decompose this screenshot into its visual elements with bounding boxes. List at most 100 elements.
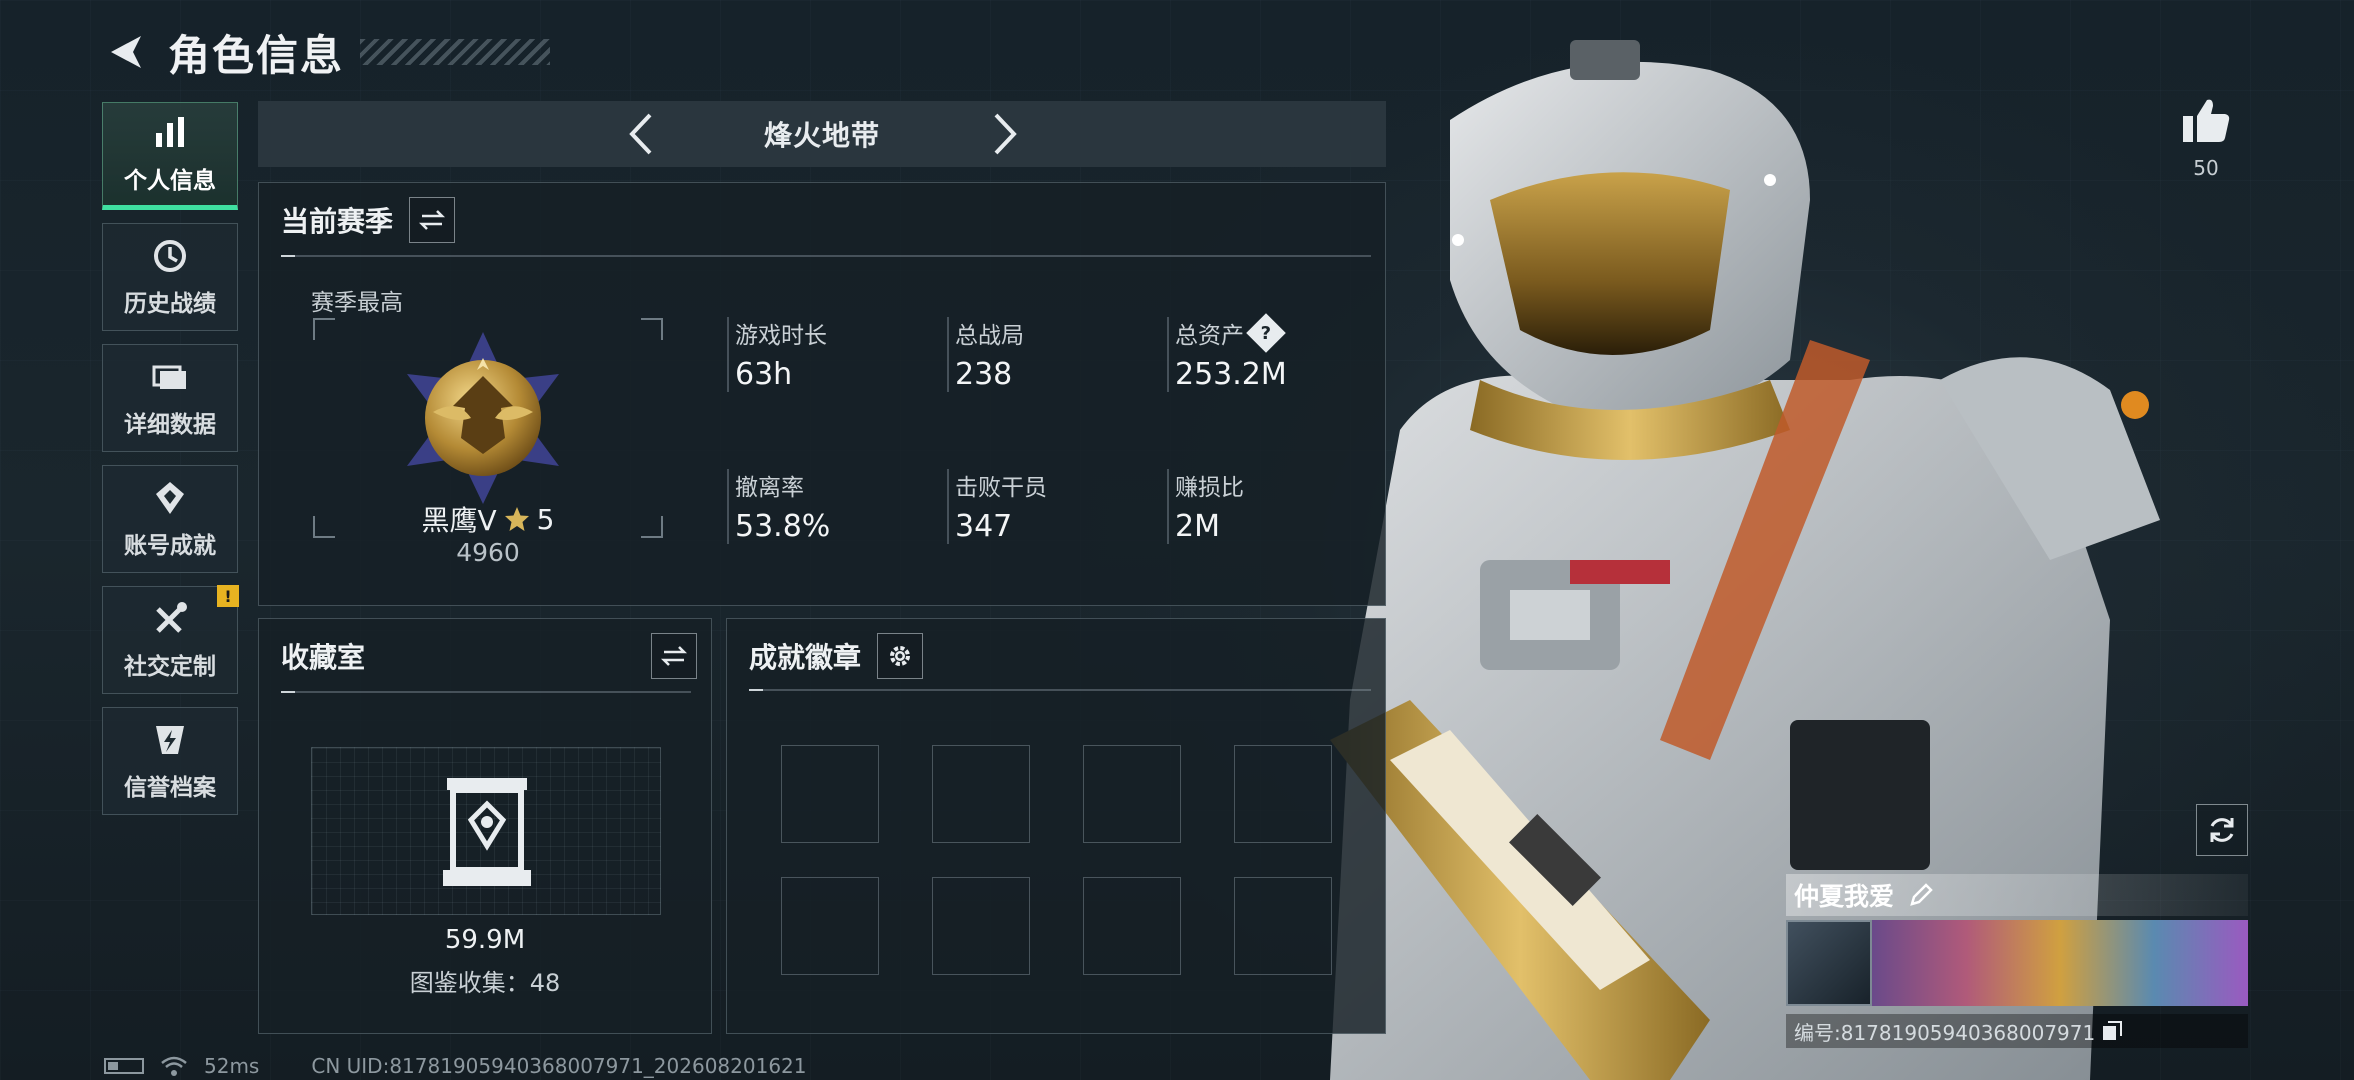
uid-text: CN UID:81781905940368007971_202608201621 xyxy=(311,1054,807,1078)
rank-name-row: 黑鹰V 5 xyxy=(259,499,717,539)
sidebar-item-achievements[interactable]: 账号成就 xyxy=(102,465,238,573)
mode-prev-button[interactable] xyxy=(618,111,664,157)
stat-value: 347 xyxy=(955,509,1013,544)
stat-value: 238 xyxy=(955,357,1013,392)
mode-selector: 烽火地带 xyxy=(258,101,1386,167)
sidebar-item-credibility[interactable]: 信誉档案 xyxy=(102,707,238,815)
vault-title: 收藏室 xyxy=(281,641,366,674)
help-glyph: ? xyxy=(1260,322,1272,344)
stat-value: 2M xyxy=(1175,509,1220,544)
chevron-right-icon xyxy=(994,113,1017,155)
sidebar-item-label: 详细数据 xyxy=(124,412,216,438)
refresh-icon xyxy=(2210,818,2234,842)
stat-operators-defeated: 击败干员 347 xyxy=(947,469,1147,544)
rank-name: 黑鹰V xyxy=(421,504,497,537)
rank-score: 4960 xyxy=(456,538,520,567)
back-arrow-icon xyxy=(111,36,141,68)
ping-text: 52ms xyxy=(204,1054,260,1078)
copy-icon[interactable] xyxy=(2101,1020,2123,1042)
star-icon xyxy=(504,507,529,531)
player-banner[interactable] xyxy=(1786,920,2248,1006)
mode-title: 烽火地带 xyxy=(763,119,880,152)
rotate-model-button[interactable] xyxy=(2196,804,2248,856)
display-case-icon xyxy=(443,778,531,886)
bar-chart-icon xyxy=(156,117,184,147)
badge-slot[interactable] xyxy=(781,877,879,975)
swap-icon xyxy=(660,646,688,666)
stat-label: 游戏时长 xyxy=(735,323,827,349)
gear-icon xyxy=(890,646,911,666)
thumbs-up-icon xyxy=(2183,99,2230,142)
badge-slot[interactable] xyxy=(1234,877,1332,975)
badge-slot[interactable] xyxy=(1083,745,1181,843)
stat-label: 赚损比 xyxy=(1175,475,1244,501)
sidebar-item-label: 信誉档案 xyxy=(124,775,216,801)
sidebar-item-social-custom[interactable]: 社交定制 ! xyxy=(102,585,239,694)
back-button[interactable] xyxy=(100,27,150,77)
avatar[interactable] xyxy=(1786,920,1872,1006)
swap-icon xyxy=(418,210,446,230)
rank-stars: 5 xyxy=(536,502,555,536)
banner-art xyxy=(1872,920,2248,1006)
page-title: 角色信息 xyxy=(168,30,345,80)
history-icon xyxy=(154,240,186,272)
badges-divider xyxy=(749,689,1371,691)
season-title: 当前赛季 xyxy=(281,205,394,238)
help-icon[interactable]: ? xyxy=(1246,313,1286,353)
player-id-row: 编号:81781905940368007971 xyxy=(1786,1014,2248,1048)
sidebar-item-label: 个人信息 xyxy=(124,168,216,194)
badges-settings-button[interactable] xyxy=(877,633,924,679)
stat-label: 总战局 xyxy=(955,323,1024,349)
sidebar-item-label: 账号成就 xyxy=(124,533,216,559)
wifi-icon xyxy=(161,1056,187,1076)
folder-icon xyxy=(152,365,186,389)
vault-panel: 收藏室 59.9M 图鉴收集：48 xyxy=(258,618,712,1034)
stat-extraction-rate: 撤离率 53.8% xyxy=(727,469,927,544)
badge-slot[interactable] xyxy=(932,745,1030,843)
vault-showcase[interactable] xyxy=(311,747,661,915)
player-id: 编号:81781905940368007971 xyxy=(1794,1020,2096,1045)
badge-slot[interactable] xyxy=(1234,745,1332,843)
stat-value: 53.8% xyxy=(735,509,831,544)
like-button[interactable]: 50 xyxy=(2176,96,2236,180)
like-count: 50 xyxy=(2193,156,2219,180)
vault-collection-count: 图鉴收集：48 xyxy=(409,969,561,997)
title-decoration xyxy=(360,39,551,65)
tools-icon xyxy=(156,602,187,633)
frame-corner xyxy=(641,318,663,340)
badge-slot[interactable] xyxy=(781,745,879,843)
stat-total-assets: 总资产 ? 253.2M xyxy=(1167,313,1367,392)
alert-badge: ! xyxy=(217,585,239,607)
frame-corner xyxy=(313,318,335,340)
season-divider xyxy=(281,255,1371,257)
vault-value: 59.9M xyxy=(444,925,526,955)
sidebar-item-personal-info[interactable]: 个人信息 xyxy=(102,102,238,210)
season-best-label: 赛季最高 xyxy=(311,290,403,316)
stat-value: 253.2M xyxy=(1175,357,1287,392)
stat-play-time: 游戏时长 63h xyxy=(727,317,927,392)
edit-icon[interactable] xyxy=(1908,882,1934,908)
sidebar-item-detail-data[interactable]: 详细数据 xyxy=(102,344,238,452)
stat-total-matches: 总战局 238 xyxy=(947,317,1147,392)
stat-label: 撤离率 xyxy=(735,475,804,501)
player-name-row: 仲夏我爱 xyxy=(1786,874,2248,916)
sidebar-item-history[interactable]: 历史战绩 xyxy=(102,223,238,331)
vault-switch-button[interactable] xyxy=(651,633,697,679)
player-card: 仲夏我爱 编号:81781905940368007971 xyxy=(1786,874,2248,1048)
sidebar-item-label: 社交定制 xyxy=(124,654,216,680)
stat-label-row: 总资产 ? xyxy=(1175,313,1367,353)
credibility-icon xyxy=(156,726,184,754)
stat-label: 总资产 xyxy=(1175,323,1244,349)
achievement-icon xyxy=(156,482,184,514)
sidebar-nav: 个人信息 历史战绩 详细数据 账号成就 社交定制 ! 信誉档案 xyxy=(102,102,239,828)
badge-slot[interactable] xyxy=(1083,877,1181,975)
badges-title: 成就徽章 xyxy=(749,641,862,674)
badge-slot[interactable] xyxy=(932,877,1030,975)
season-switch-button[interactable] xyxy=(409,197,456,243)
season-panel: 当前赛季 赛季最高 黑鹰V 5 4960 游戏时长 63h 总战局 238 总资… xyxy=(258,182,1386,606)
badges-panel: 成就徽章 xyxy=(726,618,1386,1034)
mode-next-button[interactable] xyxy=(982,111,1028,157)
sidebar-item-label: 历史战绩 xyxy=(124,291,216,317)
stat-label: 击败干员 xyxy=(955,475,1047,501)
stat-profit-loss: 赚损比 2M xyxy=(1167,469,1367,544)
